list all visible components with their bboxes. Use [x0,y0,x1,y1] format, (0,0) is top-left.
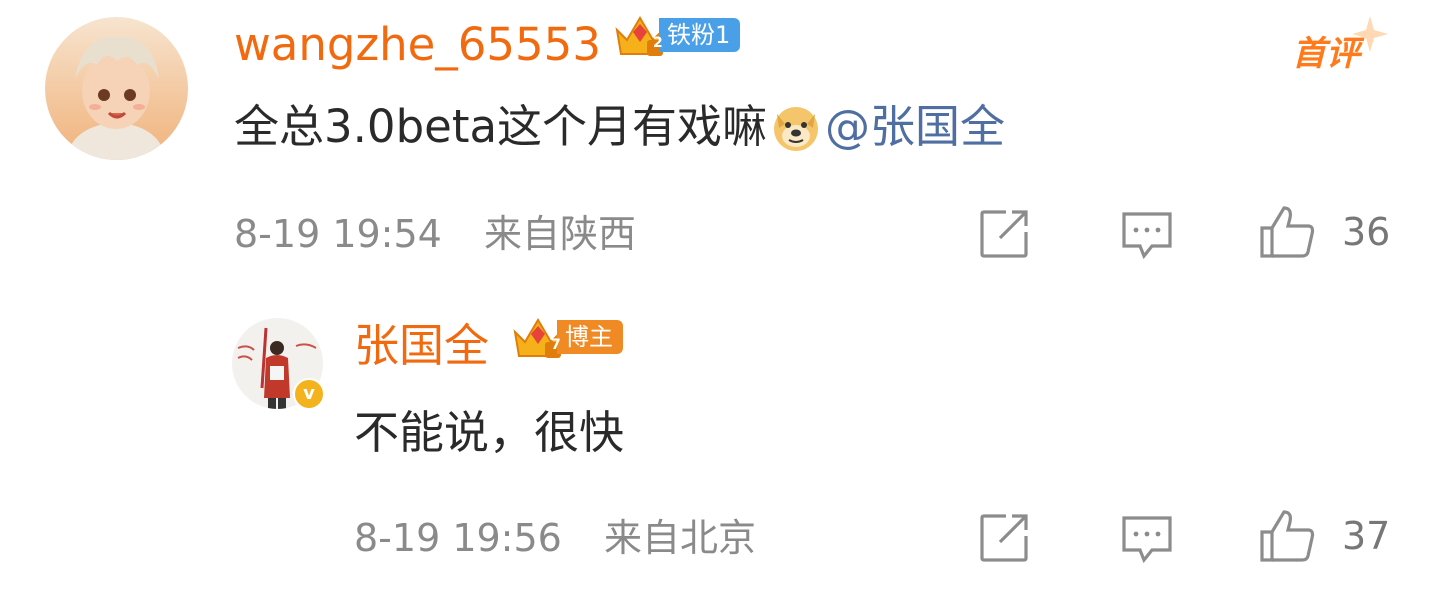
badge-label: 铁粉1 [659,18,741,52]
fan-badge[interactable]: 2 铁粉1 [613,16,741,56]
first-tag-text: 首评 [1292,34,1360,74]
like-count: 37 [1342,514,1391,558]
share-icon[interactable] [976,206,1032,262]
like-button[interactable]: 37 [1258,506,1390,566]
reply-meta: 8-19 19:56 来自北京 [354,512,756,564]
verified-icon: v [303,383,315,404]
badge-level: 2 [653,35,663,51]
thumbs-up-icon [1260,510,1315,562]
comment-time: 8-19 19:54 [234,212,442,256]
like-button[interactable]: 36 [1258,202,1390,262]
doge-icon [774,107,819,151]
like-count: 36 [1342,210,1391,254]
verified-badge: v [293,378,325,410]
mention-link[interactable]: @张国全 [825,96,1005,158]
reply-username[interactable]: 张国全 [354,315,489,377]
comment-text-row: 全总3.0beta这个月有戏嘛 @张国全 [234,96,1005,158]
reply-time: 8-19 19:56 [354,516,562,560]
share-icon[interactable] [976,510,1032,566]
comment-icon[interactable] [1118,512,1176,568]
badge-level: 7 [551,337,561,353]
thumbs-up-icon [1260,206,1315,258]
comment-username[interactable]: wangzhe_65553 [234,14,601,76]
reply-text: 不能说，很快 [354,406,625,459]
comment-text: 全总3.0beta这个月有戏嘛 [234,100,768,153]
badge-label: 博主 [557,320,623,354]
first-comment-tag: 首评 [1292,16,1392,74]
comment-meta: 8-19 19:54 来自陕西 [234,208,636,260]
comment-icon[interactable] [1118,208,1176,264]
comment-location: 来自陕西 [484,212,637,256]
owner-badge[interactable]: 7 博主 [511,318,623,358]
reply-location: 来自北京 [604,516,757,560]
avatar[interactable] [45,17,188,160]
